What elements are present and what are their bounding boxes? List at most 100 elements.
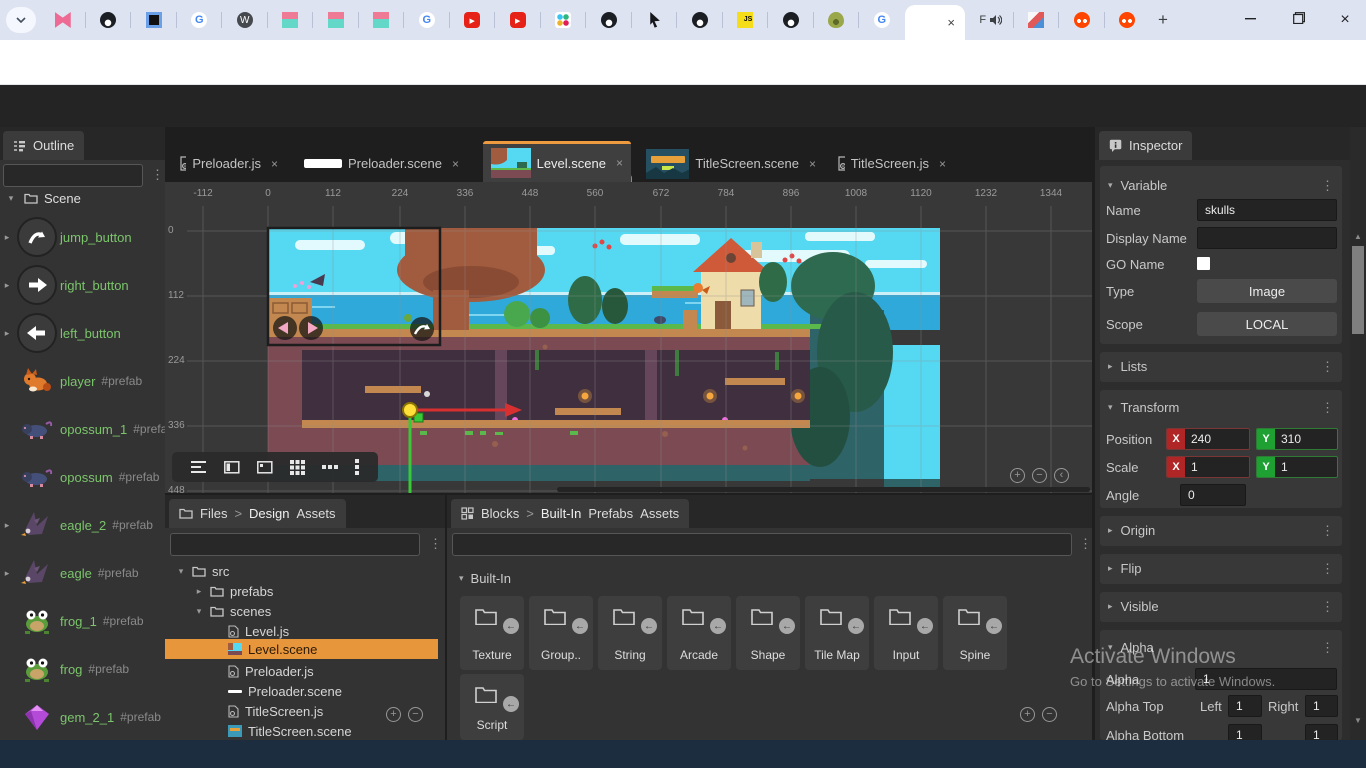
close-icon[interactable]: × (939, 157, 946, 171)
browser-tab[interactable] (177, 0, 223, 40)
outline-root-row[interactable]: ▾ Scene (0, 187, 165, 209)
lists-section[interactable]: ▸Lists ⋮ (1100, 352, 1342, 382)
browser-tab[interactable] (86, 0, 132, 40)
block-card-tilemap[interactable]: ←Tile Map (805, 596, 869, 670)
file-row-titlescreen-js[interactable]: TitleScreen.js (228, 701, 323, 721)
new-tab-button[interactable]: + (1152, 9, 1174, 31)
inspector-tab[interactable]: Inspector (1099, 131, 1192, 160)
tab-preloader-scene[interactable]: Preloader.scene× (296, 147, 474, 180)
close-icon[interactable]: × (616, 156, 623, 170)
zoom-out-icon[interactable]: − (1042, 707, 1057, 722)
outline-item-opossum[interactable]: opossum#prefab (0, 453, 165, 501)
position-x-field[interactable]: X 240 (1166, 428, 1250, 450)
section-kebab[interactable]: ⋮ (1321, 523, 1334, 539)
blocks-view-prefabs[interactable]: Prefabs (588, 506, 633, 521)
outline-item-jump-button[interactable]: ▸ jump_button (0, 213, 165, 261)
zoom-in-icon[interactable]: + (1010, 468, 1025, 483)
blocks-search-input[interactable] (452, 533, 1072, 556)
browser-tab[interactable] (859, 0, 905, 40)
scene-canvas[interactable]: -112 0 112 224 336 448 560 672 784 896 1… (165, 182, 1092, 493)
blocks-tab[interactable]: Blocks > Built-In Prefabs Assets (451, 499, 689, 528)
outline-item-gem-2-1[interactable]: gem_2_1#prefab (0, 693, 165, 741)
outline-item-eagle-2[interactable]: ▸ eagle_2#prefab (0, 501, 165, 549)
file-row-prefabs[interactable]: ▸prefabs (194, 581, 273, 601)
outline-search-input[interactable] (3, 164, 143, 187)
outline-item-player[interactable]: player#prefab (0, 357, 165, 405)
blocks-view-builtin[interactable]: Built-In (541, 506, 581, 521)
files-view-design[interactable]: Design (249, 506, 289, 521)
transform-header[interactable]: ▾Transform (1108, 400, 1179, 415)
scroll-down-icon[interactable]: ▼ (1353, 716, 1363, 725)
section-kebab[interactable]: ⋮ (1321, 561, 1334, 577)
outline-tab[interactable]: Outline (3, 131, 84, 160)
browser-tab[interactable] (495, 0, 541, 40)
alpha-input[interactable]: 1 (1195, 668, 1337, 690)
outline-item-left-button[interactable]: ▸ left_button (0, 309, 165, 357)
file-row-titlescreen-scene[interactable]: TitleScreen.scene (228, 721, 352, 741)
zoom-in-icon[interactable]: + (1020, 707, 1035, 722)
expand-caret-icon[interactable]: ▸ (0, 328, 14, 339)
outline-item-frog[interactable]: frog#prefab (0, 645, 165, 693)
outline-item-eagle[interactable]: ▸ eagle#prefab (0, 549, 165, 597)
block-card-string[interactable]: ←String (598, 596, 662, 670)
browser-tab[interactable] (222, 0, 268, 40)
builtin-section-header[interactable]: ▾ Built-In (459, 571, 511, 586)
close-icon[interactable]: × (809, 157, 816, 171)
section-kebab[interactable]: ⋮ (1321, 359, 1334, 375)
outline-item-right-button[interactable]: ▸ right_button (0, 261, 165, 309)
tab-level-scene[interactable]: Level.scene× (483, 141, 631, 182)
expand-caret-icon[interactable]: ▸ (0, 520, 14, 531)
close-icon[interactable]: × (452, 157, 459, 171)
ellipsis-vertical-icon[interactable] (355, 459, 359, 475)
flip-section[interactable]: ▸Flip ⋮ (1100, 554, 1342, 584)
active-browser-tab[interactable]: × (905, 5, 965, 40)
canvas-hscrollbar[interactable] (557, 487, 1090, 492)
file-row-src[interactable]: ▾src (176, 561, 229, 581)
maximize-button[interactable] (1286, 10, 1312, 30)
collapse-caret-icon[interactable]: ▾ (4, 193, 18, 204)
outline-item-opossum-1[interactable]: opossum_1#prefab (0, 405, 165, 453)
block-card-arcade[interactable]: ←Arcade (667, 596, 731, 670)
file-row-preloader-scene[interactable]: Preloader.scene (228, 681, 342, 701)
browser-tab[interactable] (131, 0, 177, 40)
inspector-scrollbar-track[interactable] (1350, 127, 1366, 740)
alpha-header[interactable]: ▾Alpha (1108, 640, 1154, 655)
section-kebab[interactable]: ⋮ (1321, 178, 1334, 194)
name-input[interactable]: skulls (1197, 199, 1337, 221)
zoom-in-icon[interactable]: + (386, 707, 401, 722)
browser-tab[interactable] (359, 0, 405, 40)
blocks-view-assets[interactable]: Assets (640, 506, 679, 521)
browser-tab[interactable] (313, 0, 359, 40)
browser-tab[interactable] (404, 0, 450, 40)
tab-search-button[interactable] (6, 7, 36, 33)
browser-tab[interactable] (723, 0, 769, 40)
scale-y-field[interactable]: Y 1 (1256, 456, 1338, 478)
expand-caret-icon[interactable]: ▸ (0, 568, 14, 579)
section-kebab[interactable]: ⋮ (1321, 400, 1334, 416)
panel-left-icon[interactable] (224, 461, 240, 474)
zoom-reset-icon[interactable]: ‹ (1054, 468, 1069, 483)
file-row-level-scene-selected[interactable]: Level.scene (165, 639, 438, 659)
origin-section[interactable]: ▸Origin ⋮ (1100, 516, 1342, 546)
block-card-script[interactable]: ←Script (460, 674, 524, 740)
section-kebab[interactable]: ⋮ (1321, 640, 1334, 656)
scale-x-field[interactable]: X 1 (1166, 456, 1250, 478)
block-card-texture[interactable]: ←Texture (460, 596, 524, 670)
go-name-checkbox[interactable] (1197, 257, 1210, 270)
block-card-shape[interactable]: ←Shape (736, 596, 800, 670)
browser-tab[interactable] (1014, 0, 1060, 40)
window-close-button[interactable]: × (1332, 10, 1358, 30)
browser-tab[interactable] (768, 0, 814, 40)
angle-input[interactable]: 0 (1180, 484, 1246, 506)
browser-tab-audio[interactable]: F (968, 0, 1014, 40)
zoom-out-icon[interactable]: − (408, 707, 423, 722)
files-search-input[interactable] (170, 533, 420, 556)
block-card-input[interactable]: ←Input (874, 596, 938, 670)
outline-options-kebab[interactable]: ⋮ (151, 167, 164, 183)
zoom-out-icon[interactable]: − (1032, 468, 1047, 483)
grid-icon[interactable] (290, 460, 305, 475)
browser-tab[interactable] (1105, 0, 1151, 40)
scroll-up-icon[interactable]: ▲ (1353, 232, 1363, 241)
browser-tab[interactable] (677, 0, 723, 40)
browser-tab[interactable] (40, 0, 86, 40)
